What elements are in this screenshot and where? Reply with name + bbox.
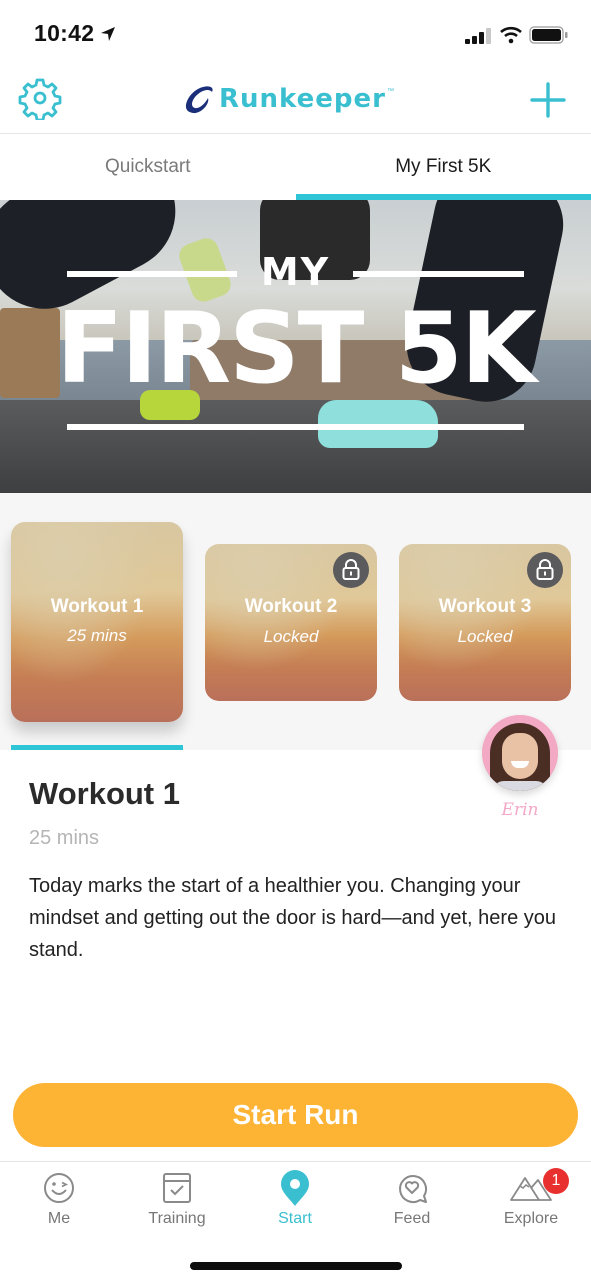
nav-label: Training [148,1210,206,1227]
status-time: 10:42 [34,20,95,46]
lock-badge [527,552,563,588]
plan-tabs: Quickstart My First 5K [0,134,591,200]
cellular-signal-icon [465,28,491,44]
notification-badge: 1 [543,1168,569,1194]
start-run-button[interactable]: Start Run [13,1083,578,1147]
battery-icon [529,26,568,44]
gear-icon[interactable] [18,76,62,120]
workout-card-subtitle: 25 mins [67,626,127,645]
asics-swoosh-icon [185,86,213,114]
lock-badge [333,552,369,588]
nav-item-me[interactable]: Me [9,1170,109,1232]
runkeeper-logo: Runkeeper ™ [183,81,394,117]
lock-icon [342,559,360,580]
workout-card-title: Workout 2 [244,596,338,617]
hero-banner: MY FIRST 5K [0,200,591,493]
workouts-carousel: Workout 1 25 mins Workout 2 Locked Worko… [0,493,591,750]
winking-face-icon [44,1173,74,1203]
workout-card[interactable]: Workout 2 Locked [205,544,377,701]
coach-name: Erin [501,800,539,820]
wifi-icon [500,26,522,44]
workout-card-title: Workout 3 [438,596,532,617]
heart-chat-icon [399,1175,427,1203]
location-arrow-icon [101,27,115,41]
bottom-nav: Me Training Start Feed Explore 1 [0,1161,591,1280]
home-indicator[interactable] [190,1262,402,1270]
nav-label: Me [47,1210,71,1227]
calendar-check-icon [163,1173,191,1203]
tab-my-first-5k[interactable]: My First 5K [295,134,591,200]
status-bar: 10:42 [0,0,591,66]
nav-item-start[interactable]: Start [245,1170,345,1232]
hero-photo-road [0,400,591,493]
hero-divider [67,424,524,430]
logo-text: Runkeeper [219,84,386,114]
workout-card[interactable]: Workout 3 Locked [399,544,571,701]
tab-quickstart[interactable]: Quickstart [0,134,296,200]
lock-icon [536,559,554,580]
nav-label: Explore [503,1210,559,1227]
coach-avatar-shirt [492,781,548,791]
nav-item-explore[interactable]: Explore 1 [481,1168,581,1232]
map-pin-icon [281,1170,309,1206]
workout-card-title: Workout 1 [50,596,144,617]
workout-detail-title: Workout 1 [29,776,180,811]
nav-label: Feed [393,1210,431,1227]
nav-label: Start [278,1210,312,1227]
nav-item-training[interactable]: Training [127,1170,227,1232]
nav-item-feed[interactable]: Feed [362,1170,462,1232]
plus-icon[interactable] [528,80,568,120]
coach-avatar-face [502,733,538,779]
workout-card-subtitle: Locked [263,627,319,646]
coach-avatar[interactable] [482,715,558,791]
hero-title: FIRST 5K [56,292,537,406]
app-header: Runkeeper ™ [0,66,591,134]
workout-detail-description: Today marks the start of a healthier you… [29,875,557,961]
workout-card[interactable]: Workout 1 25 mins [11,522,183,722]
hero-kicker: MY [260,250,331,294]
workout-card-subtitle: Locked [457,627,513,646]
selected-workout-indicator [11,745,183,750]
logo-trademark: ™ [386,87,394,95]
workout-detail-duration: 25 mins [29,827,100,849]
